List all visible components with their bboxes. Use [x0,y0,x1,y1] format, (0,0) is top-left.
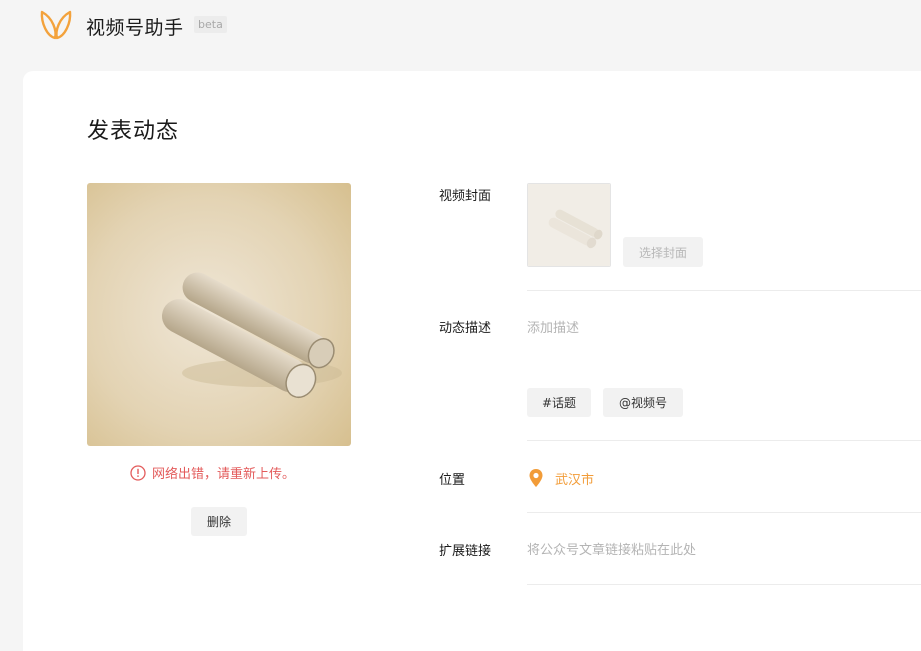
publish-card: 发表动态 网络出错，请重新上传。 删除 视频封面 选择封面 动态描述 添加描述 … [23,71,921,651]
app-title: 视频号助手 [86,17,184,39]
error-text: 网络出错，请重新上传。 [152,467,296,482]
divider [527,512,921,513]
location-value[interactable]: 武汉市 [555,469,594,488]
cover-thumbnail-image [528,184,610,266]
description-input[interactable] [527,317,917,339]
location-pin-icon[interactable] [528,468,544,488]
divider [527,290,921,291]
alert-circle-icon [130,464,146,481]
cover-thumbnail[interactable] [527,183,611,267]
delete-button[interactable]: 删除 [191,507,247,536]
upload-error-message: 网络出错，请重新上传。 [130,463,295,482]
choose-cover-button[interactable]: 选择封面 [623,237,703,267]
divider [527,440,921,441]
divider [527,584,921,585]
video-preview-image [87,183,351,446]
extension-link-input[interactable] [527,539,917,561]
extension-link-label: 扩展链接 [439,544,492,559]
description-label: 动态描述 [439,321,492,336]
topic-button[interactable]: #话题 [527,388,591,417]
location-label: 位置 [439,473,466,488]
mention-button[interactable]: @视频号 [603,388,683,417]
butterfly-logo-icon [40,10,72,40]
page-title: 发表动态 [87,119,180,144]
cover-label: 视频封面 [439,189,492,204]
top-header: 视频号助手 beta [0,0,921,52]
beta-badge: beta [194,16,227,33]
video-preview [87,183,351,446]
